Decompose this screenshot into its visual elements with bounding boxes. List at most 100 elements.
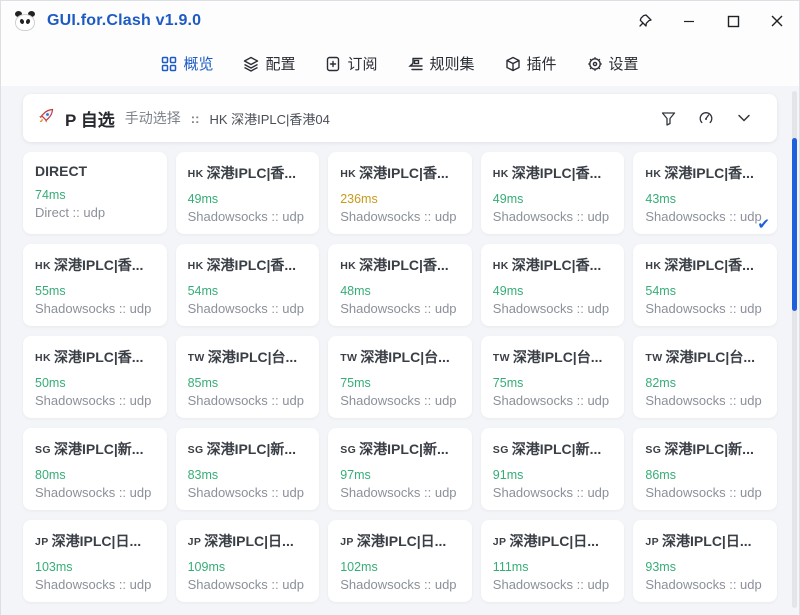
- proxy-card[interactable]: HK深港IPLC|香... 48ms Shadowsocks :: udp: [328, 244, 472, 326]
- proxy-delay: 103ms: [35, 560, 155, 574]
- proxy-region-prefix: HK: [493, 260, 509, 272]
- proxy-card[interactable]: TW深港IPLC|台... 85ms Shadowsocks :: udp: [176, 336, 320, 418]
- proxy-delay: 49ms: [188, 192, 308, 206]
- tab-label: 插件: [527, 53, 557, 74]
- overview-grid-icon: [161, 56, 177, 72]
- proxy-name: HK深港IPLC|香...: [188, 255, 308, 275]
- proxy-card[interactable]: HK深港IPLC|香... 49ms Shadowsocks :: udp: [481, 152, 625, 234]
- proxy-protocol: Shadowsocks :: udp: [35, 393, 155, 408]
- tab-subscriptions[interactable]: 订阅: [325, 53, 377, 74]
- proxy-protocol: Shadowsocks :: udp: [340, 301, 460, 316]
- filter-icon[interactable]: [649, 111, 687, 126]
- proxy-protocol: Shadowsocks :: udp: [35, 577, 155, 592]
- proxy-card[interactable]: HK深港IPLC|香... 50ms Shadowsocks :: udp: [23, 336, 167, 418]
- proxy-protocol: Shadowsocks :: udp: [340, 485, 460, 500]
- proxy-protocol: Shadowsocks :: udp: [35, 301, 155, 316]
- proxy-protocol: Shadowsocks :: udp: [35, 485, 155, 500]
- proxy-name: JP深港IPLC|日...: [645, 531, 765, 551]
- proxy-delay: 82ms: [645, 376, 765, 390]
- profiles-layers-icon: [243, 56, 259, 72]
- tab-plugins[interactable]: 插件: [505, 53, 557, 74]
- proxy-card[interactable]: HK深港IPLC|香... 49ms Shadowsocks :: udp: [481, 244, 625, 326]
- tab-rulesets[interactable]: 规则集: [408, 53, 475, 74]
- speed-test-icon[interactable]: [687, 110, 725, 126]
- proxy-protocol: Shadowsocks :: udp: [645, 301, 765, 316]
- tab-overview[interactable]: 概览: [161, 53, 213, 74]
- tab-profiles[interactable]: 配置: [243, 53, 295, 74]
- tab-settings[interactable]: 设置: [587, 53, 639, 74]
- proxy-card[interactable]: HK深港IPLC|香... 236ms Shadowsocks :: udp: [328, 152, 472, 234]
- proxy-protocol: Shadowsocks :: udp: [645, 393, 765, 408]
- proxy-delay: 80ms: [35, 468, 155, 482]
- rulesets-icon: [408, 56, 424, 72]
- proxy-delay: 86ms: [645, 468, 765, 482]
- proxy-delay: 50ms: [35, 376, 155, 390]
- proxy-name: SG深港IPLC|新...: [35, 439, 155, 459]
- proxy-card[interactable]: HK深港IPLC|香... 43ms Shadowsocks :: udp ✔: [633, 152, 777, 234]
- proxy-card[interactable]: HK深港IPLC|香... 55ms Shadowsocks :: udp: [23, 244, 167, 326]
- proxy-group-header[interactable]: P 自选 手动选择 :: HK 深港IPLC|香港04: [23, 94, 777, 142]
- proxy-card[interactable]: JP深港IPLC|日... 103ms Shadowsocks :: udp: [23, 520, 167, 602]
- proxy-delay: 109ms: [188, 560, 308, 574]
- proxy-name: JP深港IPLC|日...: [188, 531, 308, 551]
- overview-content: P 自选 手动选择 :: HK 深港IPLC|香港04 DIRECT 74ms: [1, 86, 799, 615]
- settings-gear-icon: [587, 56, 603, 72]
- proxy-protocol: Shadowsocks :: udp: [340, 209, 460, 224]
- proxy-card[interactable]: SG深港IPLC|新... 83ms Shadowsocks :: udp: [176, 428, 320, 510]
- rocket-icon: [37, 107, 57, 130]
- proxy-region-prefix: SG: [35, 444, 51, 456]
- proxy-delay: 43ms: [645, 192, 765, 206]
- proxy-card[interactable]: TW深港IPLC|台... 75ms Shadowsocks :: udp: [481, 336, 625, 418]
- proxy-delay: 55ms: [35, 284, 155, 298]
- titlebar: GUI.for.Clash v1.9.0: [1, 1, 799, 41]
- proxy-delay: 54ms: [645, 284, 765, 298]
- scrollbar-thumb[interactable]: [792, 138, 797, 311]
- proxy-delay: 83ms: [188, 468, 308, 482]
- maximize-button[interactable]: [711, 1, 755, 41]
- proxy-card[interactable]: HK深港IPLC|香... 54ms Shadowsocks :: udp: [176, 244, 320, 326]
- proxy-protocol: Shadowsocks :: udp: [493, 577, 613, 592]
- group-separator: ::: [191, 111, 200, 126]
- proxy-card[interactable]: SG深港IPLC|新... 86ms Shadowsocks :: udp: [633, 428, 777, 510]
- proxy-card[interactable]: TW深港IPLC|台... 75ms Shadowsocks :: udp: [328, 336, 472, 418]
- proxy-name: TW深港IPLC|台...: [493, 347, 613, 367]
- proxy-region-prefix: JP: [340, 536, 354, 548]
- proxy-card[interactable]: TW深港IPLC|台... 82ms Shadowsocks :: udp: [633, 336, 777, 418]
- proxy-card[interactable]: SG深港IPLC|新... 97ms Shadowsocks :: udp: [328, 428, 472, 510]
- proxy-region-prefix: HK: [340, 260, 356, 272]
- proxy-region-prefix: JP: [493, 536, 507, 548]
- proxy-name: SG深港IPLC|新...: [340, 439, 460, 459]
- proxy-region-prefix: JP: [188, 536, 202, 548]
- proxy-name: HK深港IPLC|香...: [645, 163, 765, 183]
- proxy-card[interactable]: SG深港IPLC|新... 91ms Shadowsocks :: udp: [481, 428, 625, 510]
- proxy-delay: 91ms: [493, 468, 613, 482]
- scrollbar-track[interactable]: [792, 91, 797, 608]
- proxy-region-prefix: HK: [645, 260, 661, 272]
- proxy-protocol: Shadowsocks :: udp: [188, 485, 308, 500]
- plugins-box-icon: [505, 56, 521, 72]
- close-button[interactable]: [755, 1, 799, 41]
- proxy-card[interactable]: JP深港IPLC|日... 102ms Shadowsocks :: udp: [328, 520, 472, 602]
- proxy-name: JP深港IPLC|日...: [35, 531, 155, 551]
- pin-window-icon[interactable]: [623, 1, 667, 41]
- proxy-card[interactable]: SG深港IPLC|新... 80ms Shadowsocks :: udp: [23, 428, 167, 510]
- proxy-card[interactable]: JP深港IPLC|日... 111ms Shadowsocks :: udp: [481, 520, 625, 602]
- proxy-protocol: Shadowsocks :: udp: [188, 209, 308, 224]
- proxy-card[interactable]: HK深港IPLC|香... 49ms Shadowsocks :: udp: [176, 152, 320, 234]
- proxy-card[interactable]: JP深港IPLC|日... 109ms Shadowsocks :: udp: [176, 520, 320, 602]
- proxy-name: HK深港IPLC|香...: [188, 163, 308, 183]
- group-current-node: HK 深港IPLC|香港04: [209, 109, 329, 128]
- minimize-button[interactable]: [667, 1, 711, 41]
- proxy-card[interactable]: DIRECT 74ms Direct :: udp: [23, 152, 167, 234]
- proxy-card[interactable]: JP深港IPLC|日... 93ms Shadowsocks :: udp: [633, 520, 777, 602]
- proxy-region-prefix: TW: [188, 352, 205, 364]
- proxy-protocol: Direct :: udp: [35, 205, 155, 220]
- proxy-region-prefix: HK: [188, 168, 204, 180]
- proxy-card[interactable]: HK深港IPLC|香... 54ms Shadowsocks :: udp: [633, 244, 777, 326]
- collapse-chevron-down-icon[interactable]: [725, 110, 763, 126]
- proxy-protocol: Shadowsocks :: udp: [188, 577, 308, 592]
- proxy-name: TW深港IPLC|台...: [340, 347, 460, 367]
- proxy-protocol: Shadowsocks :: udp: [493, 209, 613, 224]
- main-nav: 概览 配置 订阅 规则集 插件 设置: [1, 41, 799, 86]
- proxy-region-prefix: HK: [645, 168, 661, 180]
